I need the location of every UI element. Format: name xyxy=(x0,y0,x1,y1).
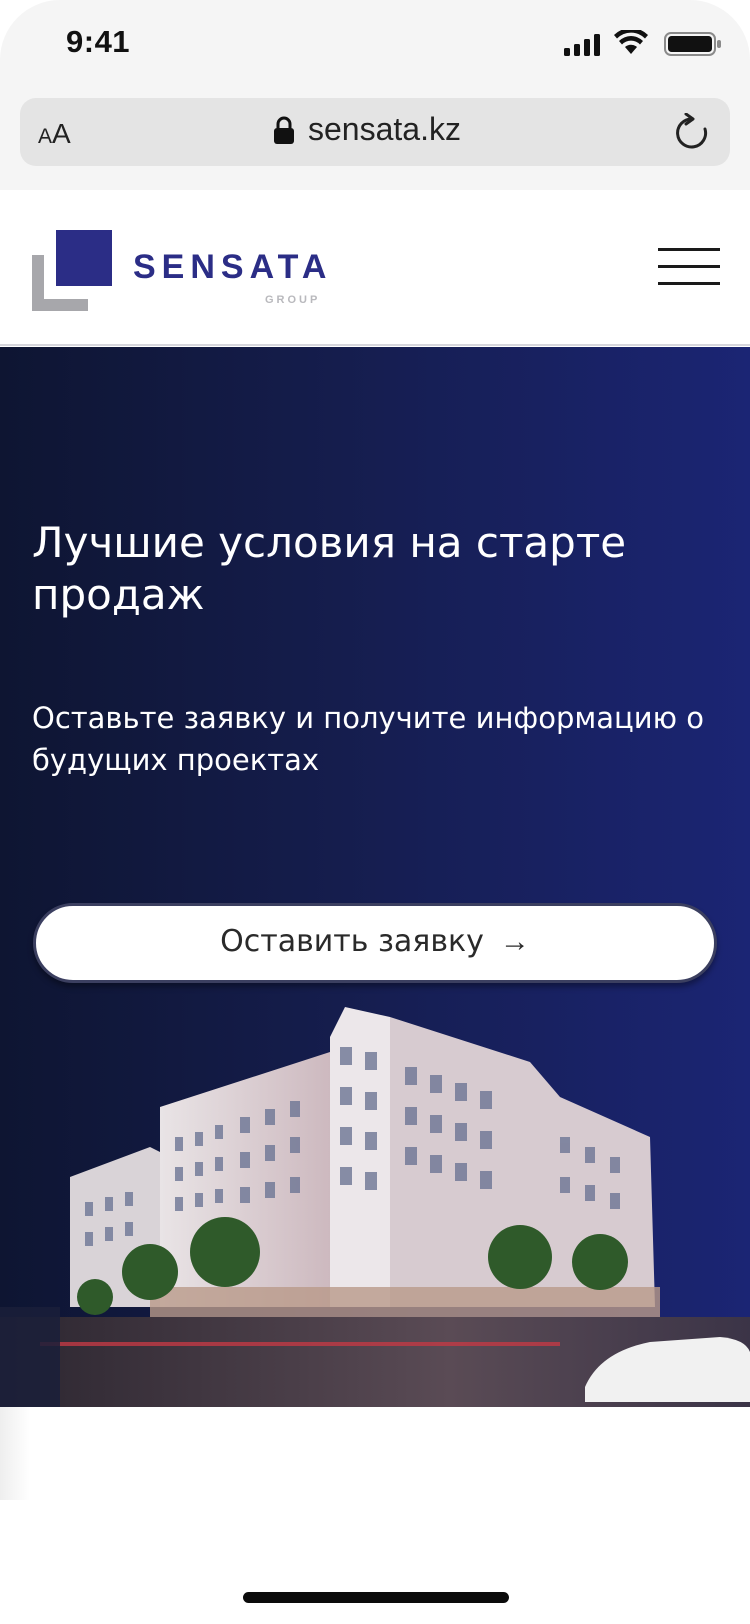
hero-section: Лучшие условия на старте продаж Оставьте… xyxy=(0,347,750,1407)
battery-icon xyxy=(664,32,721,56)
lock-icon xyxy=(274,116,294,144)
phone-screen: 9:41 AA sensata.kz SENSATA GROUP Лучшие … xyxy=(0,0,750,1624)
page-content-below xyxy=(0,1407,750,1500)
hero-title: Лучшие условия на старте продаж xyxy=(32,518,627,619)
logo-subtitle: GROUP xyxy=(265,294,321,306)
site-header: SENSATA GROUP xyxy=(0,190,750,346)
address-bar[interactable]: AA sensata.kz xyxy=(20,98,730,166)
submit-request-button[interactable]: Оставить заявку → xyxy=(33,903,717,983)
status-time: 9:41 xyxy=(66,24,131,59)
cta-label: Оставить заявку xyxy=(220,924,484,959)
building-image xyxy=(0,1007,750,1407)
browser-chrome: 9:41 AA sensata.kz xyxy=(0,0,750,190)
url-text[interactable]: sensata.kz xyxy=(308,111,461,148)
cellular-signal-icon xyxy=(564,34,600,56)
reload-icon[interactable] xyxy=(674,113,710,151)
home-indicator[interactable] xyxy=(243,1592,509,1603)
hamburger-icon xyxy=(658,248,720,251)
logo-name[interactable]: SENSATA xyxy=(133,248,332,287)
arrow-right-icon: → xyxy=(499,925,530,958)
status-icons xyxy=(562,30,722,60)
menu-button[interactable] xyxy=(658,248,720,288)
wifi-icon xyxy=(614,30,648,54)
hero-subtitle: Оставьте заявку и получите информацию о … xyxy=(32,701,704,777)
logo-mark[interactable] xyxy=(32,230,112,311)
text-size-button[interactable]: AA xyxy=(38,118,71,150)
